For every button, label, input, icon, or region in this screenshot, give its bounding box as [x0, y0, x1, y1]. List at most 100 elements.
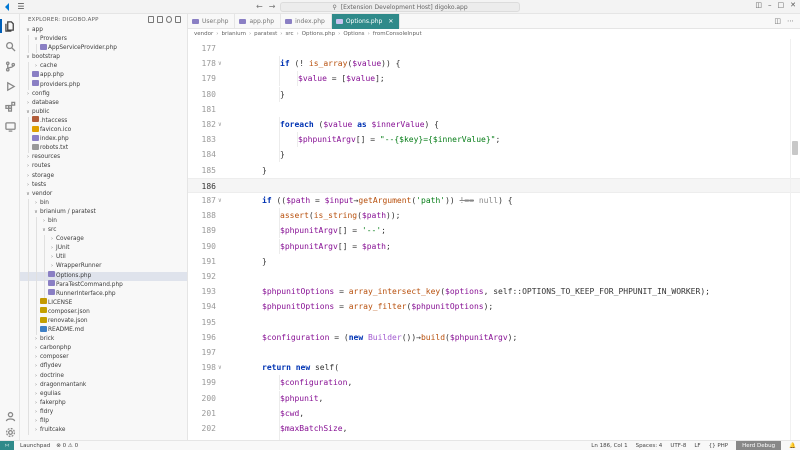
maximize-button[interactable]: □ [778, 1, 785, 9]
tree-folder[interactable]: ∨ src [20, 226, 187, 236]
tree-file[interactable]: favicon.ico [20, 125, 187, 136]
settings-gear-icon[interactable] [2, 424, 18, 440]
remote-explorer-icon[interactable] [2, 118, 18, 134]
close-window-button[interactable]: ✕ [790, 1, 796, 9]
tree-file[interactable]: robots.txt [20, 143, 187, 154]
code-line[interactable]: 187 ∨ if (($path = $input→getArgument('pat… [188, 193, 800, 208]
fold-chevron-icon[interactable]: ∨ [218, 360, 222, 375]
breadcrumb-item[interactable]: brianium [221, 31, 246, 37]
tree-folder[interactable]: › dragonmantank [20, 380, 187, 390]
editor-scrollbar[interactable] [790, 39, 800, 440]
refresh-icon[interactable] [166, 16, 172, 23]
problems-item[interactable]: ⊗ 0 ⚠ 0 [56, 443, 78, 449]
tree-folder[interactable]: › Coverage [20, 235, 187, 245]
tree-folder[interactable]: › egulias [20, 389, 187, 399]
tree-folder[interactable]: ∨ vendor [20, 190, 187, 199]
tree-folder[interactable]: › brick [20, 335, 187, 345]
run-debug-icon[interactable] [2, 78, 18, 94]
tree-folder[interactable]: ∨ brianium / paratest [20, 207, 187, 217]
encoding[interactable]: UTF-8 [670, 443, 686, 449]
tree-folder[interactable]: › WrapperRunner [20, 262, 187, 272]
tree-file[interactable]: providers.php [20, 80, 187, 90]
code-line[interactable]: 178 ∨ if (! is_array($value)) { [188, 56, 800, 72]
fold-chevron-icon[interactable]: ∨ [218, 193, 222, 208]
code-line[interactable]: 200 $phpunit, [188, 390, 800, 406]
code-line[interactable]: 195 [188, 315, 800, 330]
tree-folder[interactable]: › database [20, 99, 187, 108]
launchpad-item[interactable]: Launchpad [20, 443, 50, 449]
close-icon[interactable]: ✕ [388, 18, 393, 25]
tree-folder[interactable]: › fidry [20, 407, 187, 418]
extensions-icon[interactable] [2, 98, 18, 114]
tree-folder[interactable]: › cache [20, 62, 187, 72]
code-line[interactable]: 184} [188, 147, 800, 163]
more-actions-icon[interactable]: ⋯ [787, 17, 794, 25]
tree-file[interactable]: ParaTestCommand.php [20, 280, 187, 290]
tree-folder[interactable]: › routes [20, 162, 187, 171]
tree-file[interactable]: README.md [20, 325, 187, 336]
code-line[interactable]: 201 $cwd, [188, 405, 800, 421]
tree-folder[interactable]: › filp [20, 417, 187, 427]
breadcrumb-item[interactable]: fromConsoleInput [373, 31, 422, 37]
tree-folder[interactable]: ∨ app [20, 26, 187, 35]
tree-folder[interactable]: ∨ bootstrap [20, 53, 187, 62]
tree-folder[interactable]: › bin [20, 216, 187, 227]
tree-folder[interactable]: › dflydev [20, 362, 187, 372]
code-line[interactable]: 186 [188, 177, 800, 193]
code-line[interactable]: 185} [188, 163, 800, 178]
tree-folder[interactable]: › fruitcake [20, 426, 187, 436]
tree-folder[interactable]: › composer [20, 353, 187, 363]
cursor-position[interactable]: Ln 186, Col 1 [591, 443, 627, 449]
tree-folder[interactable]: › bin [20, 198, 187, 208]
code-line[interactable]: 202 $maxBatchSize, [188, 421, 800, 436]
breadcrumb-item[interactable]: paratest [254, 31, 277, 37]
fold-chevron-icon[interactable]: ∨ [218, 56, 222, 71]
language-mode[interactable]: {} PHP [709, 443, 729, 449]
tree-folder[interactable]: › carbonphp [20, 344, 187, 354]
tab[interactable]: app.php [235, 14, 282, 29]
minimize-button[interactable]: – [768, 1, 772, 9]
indentation[interactable]: Spaces: 4 [636, 443, 663, 449]
end-of-line[interactable]: LF [694, 443, 700, 449]
code-line[interactable]: 190 $phpunitArgv[] = $path; [188, 238, 800, 254]
tree-file[interactable]: .htaccess [20, 116, 187, 127]
tree-folder[interactable]: › doctrine [20, 371, 187, 381]
tree-folder[interactable]: › resources [20, 153, 187, 162]
collapse-all-icon[interactable] [175, 16, 181, 23]
breadcrumb-item[interactable]: src [285, 31, 293, 37]
tree-folder[interactable]: ∨ public [20, 108, 187, 117]
tab[interactable]: index.php [281, 14, 332, 29]
breadcrumb-item[interactable]: vendor [194, 31, 213, 37]
search-icon[interactable] [2, 38, 18, 54]
code-line[interactable]: 180} [188, 86, 800, 102]
explorer-icon[interactable] [0, 18, 18, 34]
code-line[interactable]: 179 $value = [$value]; [188, 71, 800, 87]
code-line[interactable]: 194 $phpunitOptions = array_filter($phpun… [188, 299, 800, 314]
code-line[interactable]: 199 $configuration, [188, 375, 800, 391]
account-icon[interactable] [2, 408, 18, 424]
code-line[interactable]: 191} [188, 254, 800, 269]
tree-file[interactable]: AppServiceProvider.php [20, 43, 187, 54]
fold-chevron-icon[interactable]: ∨ [218, 117, 222, 132]
tree-folder[interactable]: › storage [20, 172, 187, 181]
tree-folder[interactable]: › Util [20, 253, 187, 263]
tree-file[interactable]: index.php [20, 134, 187, 145]
tree-folder[interactable]: › config [20, 90, 187, 99]
tab[interactable]: Options.php ✕ [331, 14, 401, 29]
code-editor[interactable]: 177 178 ∨ if (! is_array($value)) {179 $valu… [188, 39, 800, 440]
new-file-icon[interactable] [148, 16, 154, 23]
scrollbar-thumb[interactable] [792, 141, 798, 155]
back-button[interactable]: ← [256, 2, 263, 11]
tree-folder[interactable]: › tests [20, 181, 187, 190]
split-editor-icon[interactable]: ◫ [774, 17, 781, 25]
notifications-bell-icon[interactable]: 🔔 [789, 443, 796, 449]
tree-folder[interactable]: › fakerphp [20, 398, 187, 408]
breadcrumb-item[interactable]: Options.php [302, 31, 335, 37]
code-line[interactable]: 189 $phpunitArgv[] = '--'; [188, 223, 800, 239]
tree-folder[interactable]: › JUnit [20, 244, 187, 254]
hamburger-icon[interactable]: ☰ [14, 2, 28, 11]
code-line[interactable]: 192 [188, 269, 800, 284]
breadcrumb-item[interactable]: Options [343, 31, 364, 37]
tree-file[interactable]: Options.php [20, 271, 187, 281]
code-line[interactable]: 182 ∨ foreach ($value as $innerValue) { [188, 117, 800, 132]
